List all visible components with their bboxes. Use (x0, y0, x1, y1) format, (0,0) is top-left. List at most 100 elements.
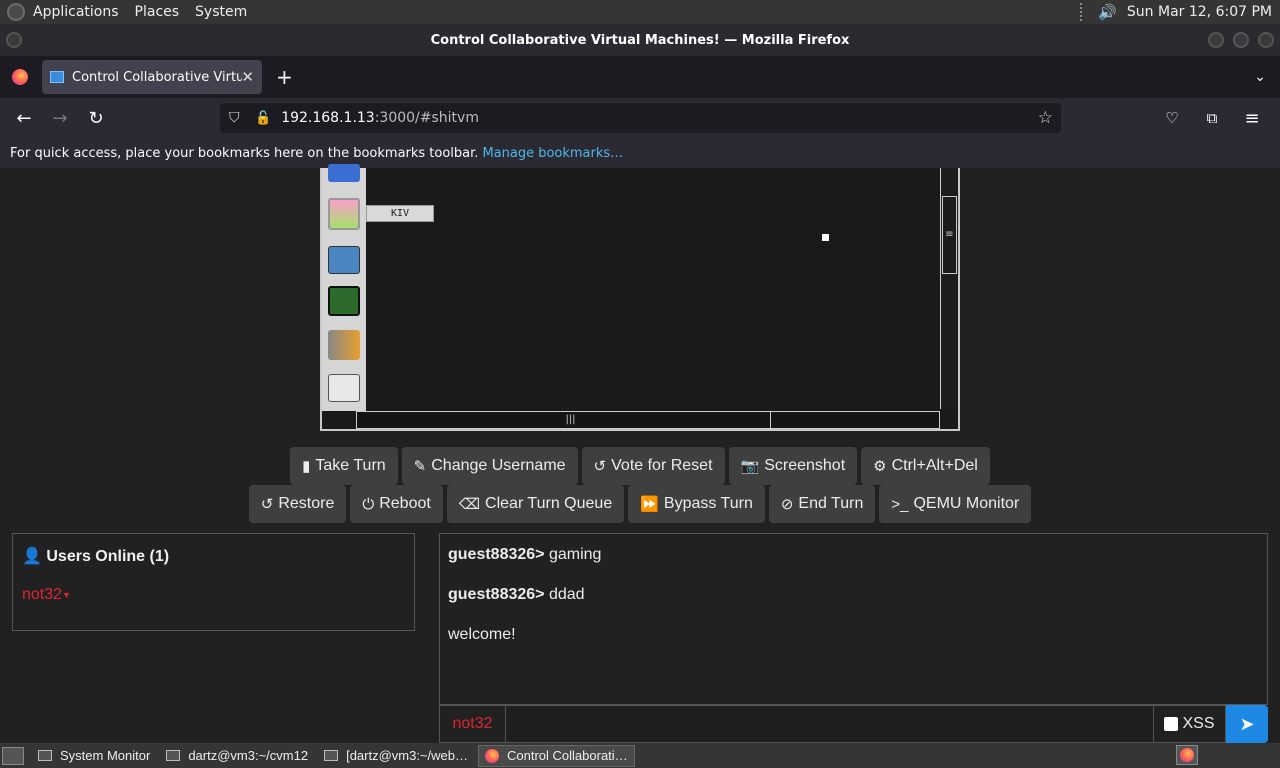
bookmarks-hint: For quick access, place your bookmarks h… (10, 145, 479, 161)
top-panel: Applications Places System 🔊 Sun Mar 12,… (0, 0, 1280, 24)
close-tab-icon[interactable]: ✕ (241, 68, 254, 86)
distro-logo-icon[interactable] (7, 3, 25, 21)
vm-tooltip: KIV (366, 205, 434, 222)
eraser-icon: ⌫ (458, 496, 481, 513)
user-list-item[interactable]: not32▼ (22, 586, 414, 604)
network-card-icon[interactable] (328, 246, 360, 274)
chat-log: guest88326> gaming guest88326> ddad welc… (439, 533, 1268, 705)
minimize-button[interactable] (1208, 32, 1224, 48)
xss-toggle[interactable]: XSS (1154, 705, 1226, 743)
show-desktop-icon[interactable] (2, 746, 24, 765)
window-menu-button[interactable] (6, 32, 22, 48)
user-icon: 👤 (22, 548, 42, 565)
bypass-turn-button[interactable]: ⏩ Bypass Turn (628, 485, 765, 523)
clear-turn-queue-button[interactable]: ⌫ Clear Turn Queue (446, 485, 625, 523)
users-online-panel: 👤 Users Online (1) not32▼ (12, 533, 415, 631)
change-username-button[interactable]: ✎ Change Username (401, 447, 578, 485)
bookmarks-toolbar: For quick access, place your bookmarks h… (0, 138, 1280, 168)
terminal-window-icon (166, 750, 181, 761)
navigation-toolbar: ← → ↻ ⛉ 🔓 192.168.1.13:3000/#shitvm ☆ ♡ … (0, 98, 1280, 138)
maximize-button[interactable] (1233, 32, 1249, 48)
places-menu[interactable]: Places (135, 4, 180, 20)
taskbar-item[interactable]: dartz@vm3:~/cvm12 (160, 745, 314, 767)
tab-title: Control Collaborative Virtual Machines! (72, 69, 242, 85)
caret-down-icon: ▼ (62, 589, 71, 600)
chat-message: guest88326> ddad (448, 586, 585, 603)
end-turn-button[interactable]: ⊘ End Turn (768, 485, 876, 523)
media-player-icon[interactable] (328, 164, 360, 182)
window-titlebar[interactable]: Control Collaborative Virtual Machines! … (0, 24, 1280, 56)
send-button[interactable]: ➤ (1226, 705, 1268, 743)
tray-firefox-icon[interactable] (1176, 745, 1198, 765)
vm-vertical-scrollbar[interactable]: ≡ (940, 168, 958, 409)
url-bar[interactable]: ⛉ 🔓 192.168.1.13:3000/#shitvm ☆ (220, 103, 1061, 133)
cpu-chip-icon[interactable] (328, 286, 360, 316)
insecure-lock-icon[interactable]: 🔓 (255, 111, 271, 126)
firefox-view-icon[interactable] (12, 69, 28, 85)
paper-plane-icon: ➤ (1239, 713, 1255, 735)
page-content: KIV ≡ ||| ▮ Take Turn ✎ Change Username ↺ V… (0, 164, 1280, 743)
user-edit-icon: ✎ (413, 458, 427, 475)
users-online-title: 👤 Users Online (1) (22, 548, 170, 565)
applications-menu[interactable]: Applications (33, 4, 119, 20)
speaker-icon[interactable] (328, 330, 360, 360)
vote-reset-button[interactable]: ↺ Vote for Reset (581, 447, 725, 485)
xss-checkbox[interactable] (1164, 717, 1179, 731)
manage-bookmarks-link[interactable]: Manage bookmarks… (482, 146, 623, 161)
close-window-button[interactable] (1258, 32, 1274, 48)
forward-icon: ⏩ (640, 496, 659, 513)
taskbar-item[interactable]: [dartz@vm3:~/web… (318, 745, 474, 767)
taskbar-item[interactable]: System Monitor (32, 745, 156, 767)
tab-strip: Control Collaborative Virtual Machines! … (0, 56, 1280, 98)
vm-horizontal-scrollbar[interactable]: ||| (356, 411, 940, 429)
vm-controls-row-1: ▮ Take Turn ✎ Change Username ↺ Vote for Re… (0, 447, 1280, 485)
back-button[interactable]: ← (6, 102, 42, 134)
terminal-window-icon (324, 750, 339, 761)
system-menu[interactable]: System (195, 4, 247, 20)
bookmark-star-icon[interactable]: ☆ (1038, 108, 1053, 128)
reboot-button[interactable]: ⏻ Reboot (350, 485, 443, 523)
chat-input-bar: not32 XSS ➤ (439, 705, 1268, 743)
window-icon (38, 750, 52, 761)
power-icon: ⏻ (362, 495, 375, 513)
extensions-icon[interactable]: ⧉ (1194, 102, 1230, 134)
rotate-left-icon: ↺ (593, 458, 607, 475)
camera-icon: 📷 (740, 458, 760, 475)
vm-display[interactable]: KIV ≡ ||| (320, 164, 960, 431)
chat-input[interactable] (506, 705, 1154, 743)
monitor-favicon-icon (50, 71, 64, 83)
image-viewer-icon[interactable] (328, 198, 360, 230)
volume-icon[interactable]: 🔊 (1098, 3, 1117, 21)
firefox-icon (485, 748, 500, 763)
ctrl-alt-del-button[interactable]: ⚙ Ctrl+Alt+Del (861, 447, 990, 485)
restore-button[interactable]: ↺ Restore (248, 485, 347, 523)
screenshot-button[interactable]: 📷 Screenshot (728, 447, 858, 485)
chat-username: not32 (439, 705, 506, 743)
bottom-taskbar: System Monitor dartz@vm3:~/cvm12 [dartz@… (0, 743, 1280, 768)
new-tab-button[interactable]: + (276, 65, 293, 89)
vm-hscroll-thumb[interactable]: ||| (371, 412, 771, 428)
panel-separator (1080, 3, 1086, 21)
hamburger-menu-icon[interactable]: ≡ (1234, 102, 1270, 134)
tab-active[interactable]: Control Collaborative Virtual Machines! … (42, 60, 262, 94)
terminal-icon: >_ (891, 495, 909, 513)
settings-sliders-icon[interactable] (328, 374, 360, 402)
vm-controls-row-2: ↺ Restore ⏻ Reboot ⌫ Clear Turn Queue ⏩ Bypa… (0, 485, 1280, 523)
taskbar-item-active[interactable]: Control Collaborati… (478, 744, 635, 767)
chat-message: welcome! (448, 626, 516, 643)
vm-vscroll-thumb[interactable]: ≡ (942, 196, 957, 274)
rotate-left-icon: ↺ (260, 496, 274, 513)
list-tabs-chevron-icon[interactable]: ⌄ (1254, 69, 1266, 85)
pocket-icon[interactable]: ♡ (1154, 102, 1190, 134)
shield-icon[interactable]: ⛉ (229, 110, 243, 126)
take-turn-button[interactable]: ▮ Take Turn (290, 447, 398, 485)
forward-button[interactable]: → (42, 102, 78, 134)
clock[interactable]: Sun Mar 12, 6:07 PM (1127, 4, 1272, 20)
ban-icon: ⊘ (780, 496, 794, 513)
qemu-monitor-button[interactable]: >_ QEMU Monitor (879, 485, 1032, 523)
chat-message: guest88326> gaming (448, 546, 602, 563)
vm-cursor (822, 234, 829, 241)
reload-button[interactable]: ↻ (78, 102, 114, 134)
vm-app-sidebar (322, 164, 366, 411)
mouse-icon: ▮ (302, 458, 311, 475)
